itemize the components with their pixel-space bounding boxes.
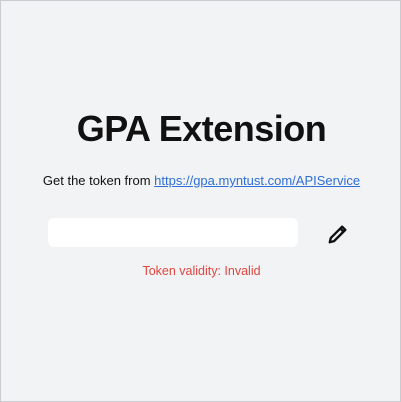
token-validity-status: Token validity: Invalid (142, 264, 261, 278)
token-input[interactable] (48, 218, 298, 247)
api-service-link[interactable]: https://gpa.myntust.com/APIService (154, 173, 360, 188)
popup-window: GPA Extension Get the token from https:/… (0, 0, 401, 402)
instructions-prefix: Get the token from (42, 173, 155, 188)
edit-token-button[interactable] (326, 223, 350, 245)
token-instructions: Get the token from https://gpa.myntust.c… (1, 172, 401, 190)
pencil-icon (328, 225, 347, 244)
page-title: GPA Extension (76, 108, 327, 149)
